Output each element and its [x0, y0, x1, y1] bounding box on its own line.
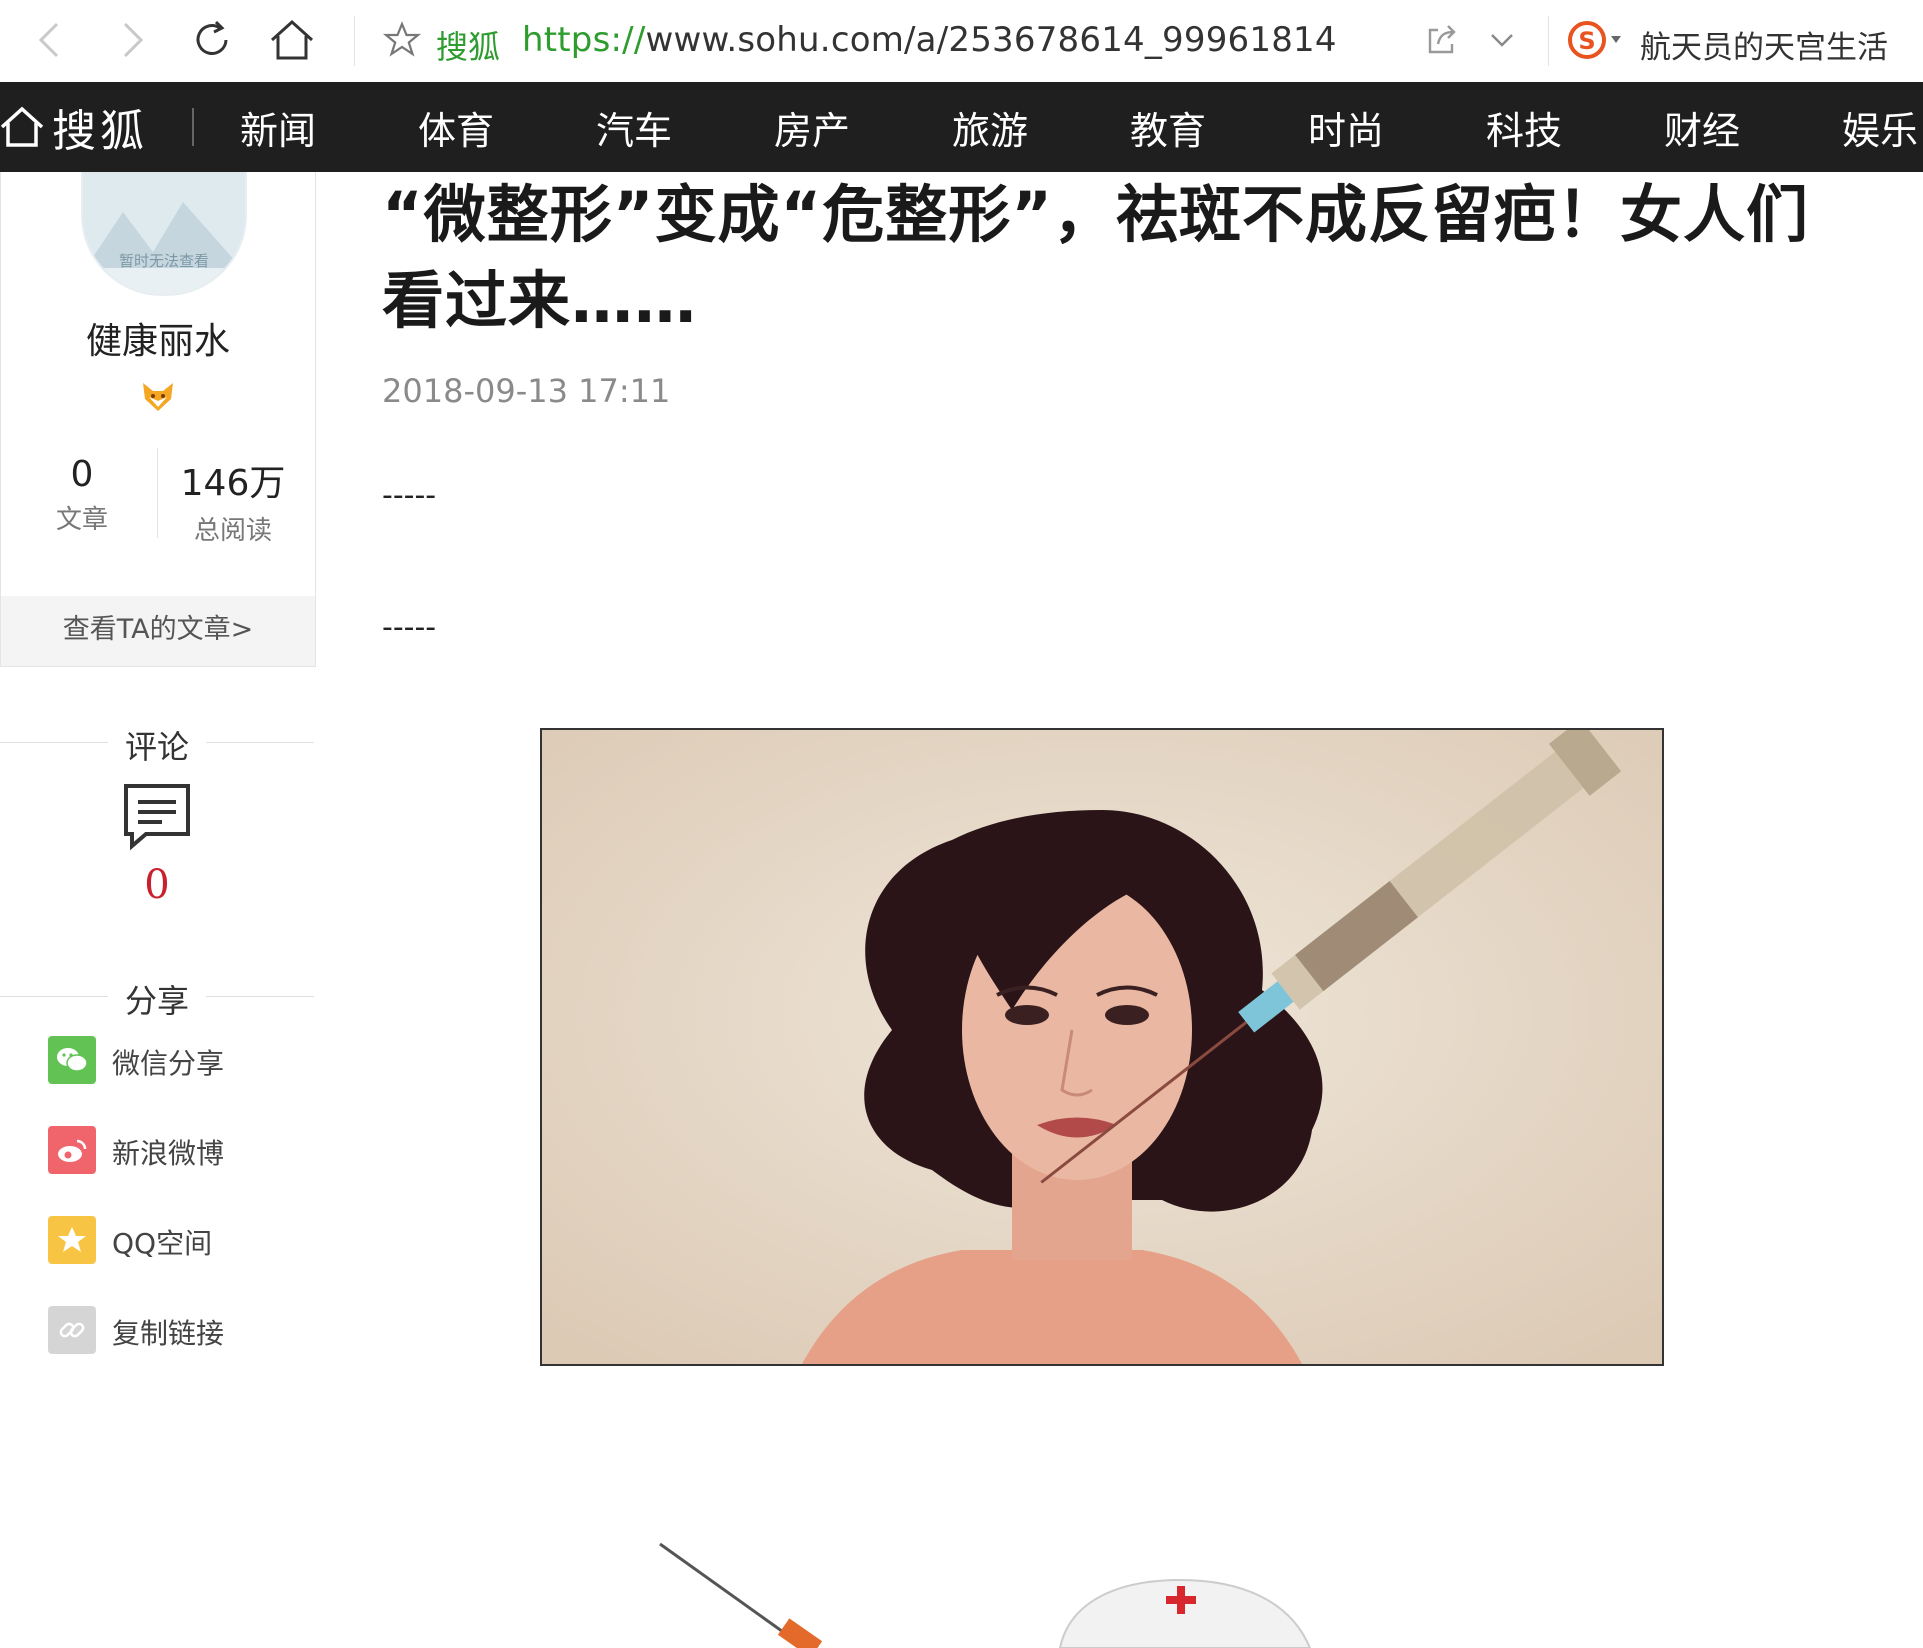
reload-button[interactable] [184, 12, 240, 68]
star-icon [382, 21, 422, 57]
toolbar-separator [354, 16, 355, 66]
toolbar-separator [1548, 16, 1549, 66]
nav-item-sports[interactable]: 体育 [418, 100, 494, 155]
reads-count: 146万 [180, 463, 286, 504]
wechat-icon [48, 1036, 96, 1084]
reads-stat: 146万 总阅读 [158, 454, 308, 547]
weibo-icon [48, 1126, 96, 1174]
view-articles-link[interactable]: 查看TA的文章> [1, 596, 315, 666]
nav-item-finance[interactable]: 财经 [1664, 100, 1740, 155]
articles-label: 文章 [55, 505, 108, 535]
home-icon [270, 19, 314, 60]
search-box[interactable]: 航天员的天宫生活 [1640, 22, 1888, 67]
articles-stat: 0 文章 [7, 454, 157, 536]
share-wechat-label: 微信分享 [112, 1047, 225, 1080]
home-button[interactable] [264, 12, 320, 68]
url-path: www.sohu.com/a/253678614_99961814 [645, 20, 1337, 60]
share-copy-link-label: 复制链接 [112, 1317, 225, 1350]
nav-item-auto[interactable]: 汽车 [596, 100, 672, 155]
article-date: 2018-09-13 17:11 [382, 372, 671, 410]
logo-text: 搜狐 [52, 106, 148, 157]
site-name: 搜狐 [436, 28, 501, 66]
share-page-button[interactable] [1414, 12, 1470, 68]
forward-arrow-icon [123, 22, 144, 58]
forward-button[interactable] [104, 12, 160, 68]
qzone-icon [48, 1216, 96, 1264]
fox-badge-icon [143, 383, 173, 411]
address-bar[interactable]: https://www.sohu.com/a/253678614_9996181… [522, 20, 1337, 60]
share-wechat[interactable]: 微信分享 [48, 1036, 314, 1084]
reads-label: 总阅读 [193, 516, 272, 546]
nav-item-education[interactable]: 教育 [1130, 100, 1206, 155]
nav-item-travel[interactable]: 旅游 [952, 100, 1028, 155]
share-qzone-label: QQ空间 [112, 1227, 213, 1260]
article-image-nurse-illustration [620, 1520, 1320, 1648]
comments-title: 评论 [124, 728, 189, 766]
site-navbar: 搜狐 新闻 体育 汽车 房产 旅游 教育 时尚 科技 财经 娱乐 [0, 82, 1923, 172]
article-separator: ----- [382, 610, 437, 645]
svg-text:S: S [1578, 27, 1595, 55]
home-outline-icon [0, 106, 44, 147]
back-button[interactable] [22, 12, 78, 68]
url-protocol: https:// [522, 20, 646, 60]
chevron-down-icon [1491, 34, 1513, 47]
author-name[interactable]: 健康丽水 [1, 312, 315, 364]
share-section-title: 分享 [0, 976, 314, 1020]
comment-count[interactable]: 0 [0, 862, 314, 908]
browser-toolbar: 搜狐 https://www.sohu.com/a/253678614_9996… [0, 0, 1923, 83]
comment-icon[interactable] [122, 782, 192, 852]
share-out-icon [1428, 25, 1456, 54]
nav-item-realestate[interactable]: 房产 [774, 100, 850, 155]
article-separator: ----- [382, 478, 437, 513]
nav-item-tech[interactable]: 科技 [1486, 100, 1562, 155]
bookmark-button[interactable] [374, 12, 430, 68]
share-copy-link[interactable]: 复制链接 [48, 1306, 314, 1354]
share-qzone[interactable]: QQ空间 [48, 1216, 314, 1264]
sogou-logo-icon: S [1568, 21, 1621, 59]
nav-item-entertainment[interactable]: 娱乐 [1842, 100, 1918, 155]
share-weibo[interactable]: 新浪微博 [48, 1126, 314, 1174]
url-dropdown-button[interactable] [1474, 12, 1530, 68]
share-title: 分享 [124, 982, 189, 1020]
nav-divider [192, 108, 194, 146]
author-card: 暂时无法查看 健康丽水 0 文章 146万 总阅读 查看TA的文章> [0, 172, 316, 667]
avatar-placeholder-text: 暂时无法查看 [118, 252, 209, 270]
comments-section-title: 评论 [0, 722, 314, 766]
articles-count: 0 [70, 454, 94, 495]
search-engine-button[interactable]: S [1560, 12, 1630, 68]
avatar-placeholder-image [83, 172, 245, 294]
back-arrow-icon [38, 22, 59, 58]
article-title: “微整形”变成“危整形”，祛斑不成反留疤！女人们看过来…… [382, 178, 1809, 337]
article-image-injection-illustration [540, 728, 1664, 1366]
avatar[interactable]: 暂时无法查看 [81, 172, 247, 296]
reload-icon [196, 20, 228, 55]
nav-item-fashion[interactable]: 时尚 [1308, 100, 1384, 155]
link-icon [48, 1306, 96, 1354]
nav-item-news[interactable]: 新闻 [240, 100, 316, 155]
share-weibo-label: 新浪微博 [112, 1137, 225, 1170]
sohu-logo[interactable]: 搜狐 [0, 82, 148, 172]
